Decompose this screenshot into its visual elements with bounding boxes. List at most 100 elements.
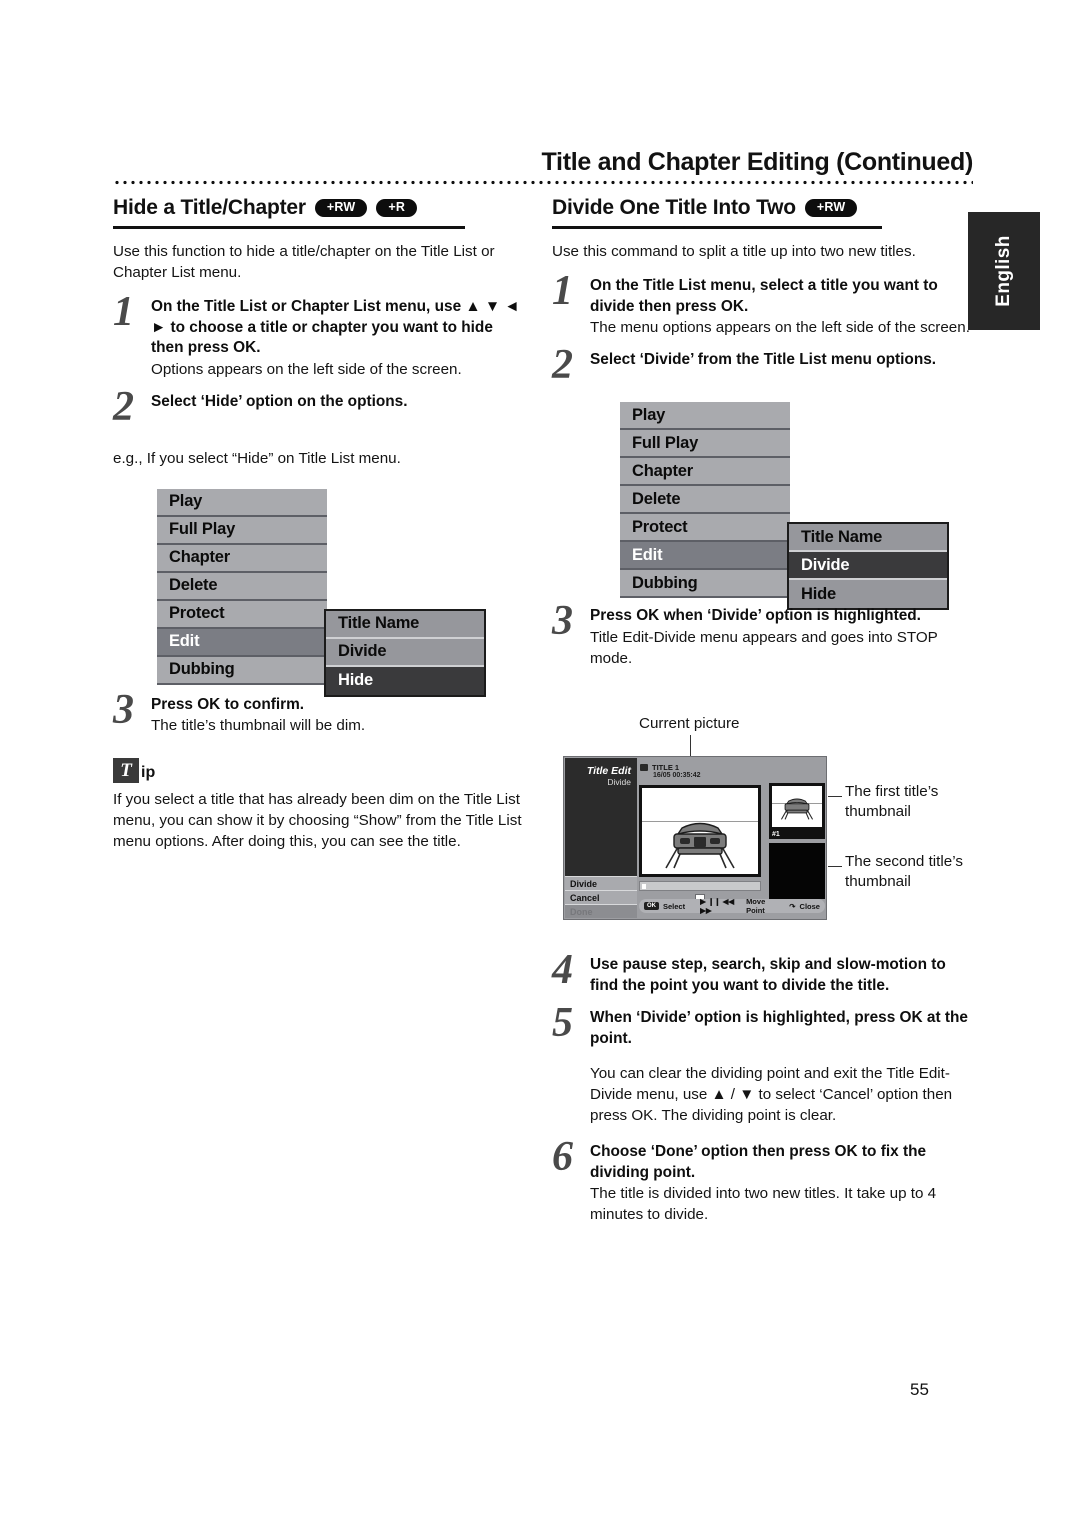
submenu-item-divide[interactable]: Divide: [326, 638, 484, 667]
transport-icons: ▶ ❙❙ ◀◀ ▶▶: [700, 897, 735, 915]
car-illustration-thumb: [780, 798, 814, 820]
step-bold-text: Select ‘Divide’ from the Title List menu…: [590, 351, 937, 368]
divide-step-3: 3 Press OK when ‘Divide’ option is highl…: [552, 600, 972, 669]
osd-bottom-bar: OK Select ▶ ❙❙ ◀◀ ▶▶ Move Point ↷ Close: [639, 897, 825, 915]
page-number: 55: [910, 1380, 929, 1399]
manual-page: Title and Chapter Editing (Continued) En…: [0, 0, 1080, 1528]
menu-item-delete[interactable]: Delete: [157, 572, 327, 601]
right-column-tail: 4 Use pause step, search, skip and slow-…: [552, 949, 972, 1225]
step-number: 3: [552, 598, 573, 644]
hide-step-3: 3 Press OK to confirm. The title’s thumb…: [113, 689, 525, 737]
callout-second-thumbnail: The second title’s thumbnail: [845, 853, 963, 890]
osd-button-cancel[interactable]: Cancel: [565, 890, 637, 904]
tip-text: If you select a title that has already b…: [113, 791, 522, 850]
osd-close-label: Close: [799, 901, 820, 911]
divide-osd-menu-figure: Play Full Play Chapter Delete Protect Ed…: [552, 402, 972, 610]
tip-icon: T: [113, 758, 139, 783]
divide-step-5: 5 When ‘Divide’ option is highlighted, p…: [552, 1002, 972, 1126]
osd-progress-bar[interactable]: [639, 881, 761, 891]
step-bold-text: On the Title List or Chapter List menu, …: [151, 298, 520, 356]
osd-thumbnail-first: #1: [769, 783, 825, 839]
return-icon: ↷: [789, 901, 796, 911]
step-bold-text: Press OK to confirm.: [151, 695, 305, 713]
menu-item-dubbing[interactable]: Dubbing: [157, 656, 327, 685]
step-bold-text: When ‘Divide’ option is highlighted, pre…: [590, 1009, 968, 1047]
osd-sidebar-subtitle: Divide: [607, 777, 631, 787]
step-number: 4: [552, 947, 573, 993]
submenu-item-hide[interactable]: Hide: [326, 666, 484, 695]
osd-sidebar-title: Title Edit: [586, 765, 631, 777]
hide-step-2: 2 Select ‘Hide’ option on the options.: [113, 386, 525, 428]
step-normal-text: The menu options appears on the left sid…: [590, 319, 970, 336]
osd-main-menu: Play Full Play Chapter Delete Protect Ed…: [157, 488, 327, 685]
language-tab: English: [968, 212, 1040, 330]
step-number: 6: [552, 1134, 573, 1180]
osd-button-divide[interactable]: Divide: [565, 876, 637, 890]
menu-item-dubbing[interactable]: Dubbing: [620, 570, 790, 598]
car-illustration: [665, 822, 735, 869]
submenu-item-divide[interactable]: Divide: [789, 552, 947, 580]
menu-item-edit[interactable]: Edit: [157, 628, 327, 657]
divide-step-1: 1 On the Title List menu, select a title…: [552, 270, 972, 338]
osd-sub-menu: Title Name Divide Hide: [324, 608, 486, 697]
left-column: Hide a Title/Chapter +RW +R Use this fun…: [113, 196, 525, 852]
header-dotted-rule: [113, 180, 973, 185]
submenu-item-title-name[interactable]: Title Name: [789, 524, 947, 552]
divide-step-2: 2 Select ‘Divide’ from the Title List me…: [552, 344, 972, 386]
osd-main-menu: Play Full Play Chapter Delete Protect Ed…: [620, 402, 790, 598]
badge-plus-rw: +RW: [804, 198, 858, 218]
osd-timestamp: 16/05 00:35:42: [653, 772, 701, 779]
page-header: Title and Chapter Editing (Continued): [113, 148, 974, 177]
right-column: Divide One Title Into Two +RW Use this c…: [552, 196, 972, 669]
step-normal-text: Options appears on the left side of the …: [151, 360, 462, 378]
step-bold-text: Use pause step, search, skip and slow-mo…: [590, 956, 946, 994]
menu-item-protect[interactable]: Protect: [620, 514, 790, 542]
callout-leader-second: [828, 866, 842, 867]
menu-item-chapter[interactable]: Chapter: [620, 458, 790, 486]
osd-title-label: TITLE 1: [652, 763, 680, 772]
osd-move-point-label: Move Point: [746, 897, 766, 915]
step-number: 5: [552, 1000, 573, 1046]
osd-current-picture: [639, 785, 761, 877]
submenu-item-hide[interactable]: Hide: [789, 580, 947, 608]
osd-title-row: TITLE 1: [637, 761, 822, 772]
menu-item-delete[interactable]: Delete: [620, 486, 790, 514]
step-number: 1: [113, 289, 134, 335]
menu-item-full-play[interactable]: Full Play: [620, 430, 790, 458]
osd-main-area: TITLE 1 16/05 00:35:42 #1 OK Select ▶ ❙❙…: [637, 761, 825, 915]
badge-plus-r: +R: [376, 198, 418, 218]
submenu-item-title-name[interactable]: Title Name: [326, 610, 484, 639]
menu-item-full-play[interactable]: Full Play: [157, 516, 327, 545]
menu-item-edit[interactable]: Edit: [620, 542, 790, 570]
language-tab-label: English: [993, 235, 1014, 307]
title-edit-divide-osd: Title Edit Divide Divide Cancel Done TIT…: [563, 756, 827, 920]
hide-example-note: e.g., If you select “Hide” on Title List…: [113, 449, 401, 467]
thumbnail-index-tag: #1: [772, 831, 780, 838]
step-number: 1: [552, 268, 573, 314]
osd-select-label: Select: [663, 901, 686, 911]
hide-step-1: 1 On the Title List or Chapter List menu…: [113, 291, 525, 380]
tip-heading: T ip: [113, 758, 525, 783]
divide-intro-text: Use this command to split a title up int…: [552, 243, 916, 260]
menu-item-chapter[interactable]: Chapter: [157, 544, 327, 573]
osd-sub-menu: Title Name Divide Hide: [787, 522, 949, 610]
menu-item-play[interactable]: Play: [157, 488, 327, 517]
ok-chip-icon: OK: [644, 902, 659, 910]
step-normal-text: The title’s thumbnail will be dim.: [151, 717, 366, 734]
step-bold-text: Select ‘Hide’ option on the options.: [151, 392, 408, 410]
menu-item-protect[interactable]: Protect: [157, 600, 327, 629]
progress-marker: [642, 884, 646, 889]
step-normal-text: The title is divided into two new titles…: [590, 1185, 937, 1223]
hide-intro-text: Use this function to hide a title/chapte…: [113, 243, 495, 281]
hide-section-rule: [113, 226, 465, 229]
callout-leader-first: [828, 796, 842, 797]
divide-section-title: Divide One Title Into Two: [552, 196, 796, 219]
divide-step-4: 4 Use pause step, search, skip and slow-…: [552, 949, 972, 996]
menu-item-play[interactable]: Play: [620, 402, 790, 430]
osd-sidebar: Title Edit Divide Divide Cancel Done: [565, 758, 637, 918]
osd-button-done[interactable]: Done: [565, 904, 637, 918]
divide-section-rule: [552, 226, 882, 229]
disc-icon: [640, 764, 648, 771]
step-bold-text: Choose ‘Done’ option then press OK to fi…: [590, 1143, 927, 1181]
hide-section-title: Hide a Title/Chapter: [113, 196, 306, 219]
